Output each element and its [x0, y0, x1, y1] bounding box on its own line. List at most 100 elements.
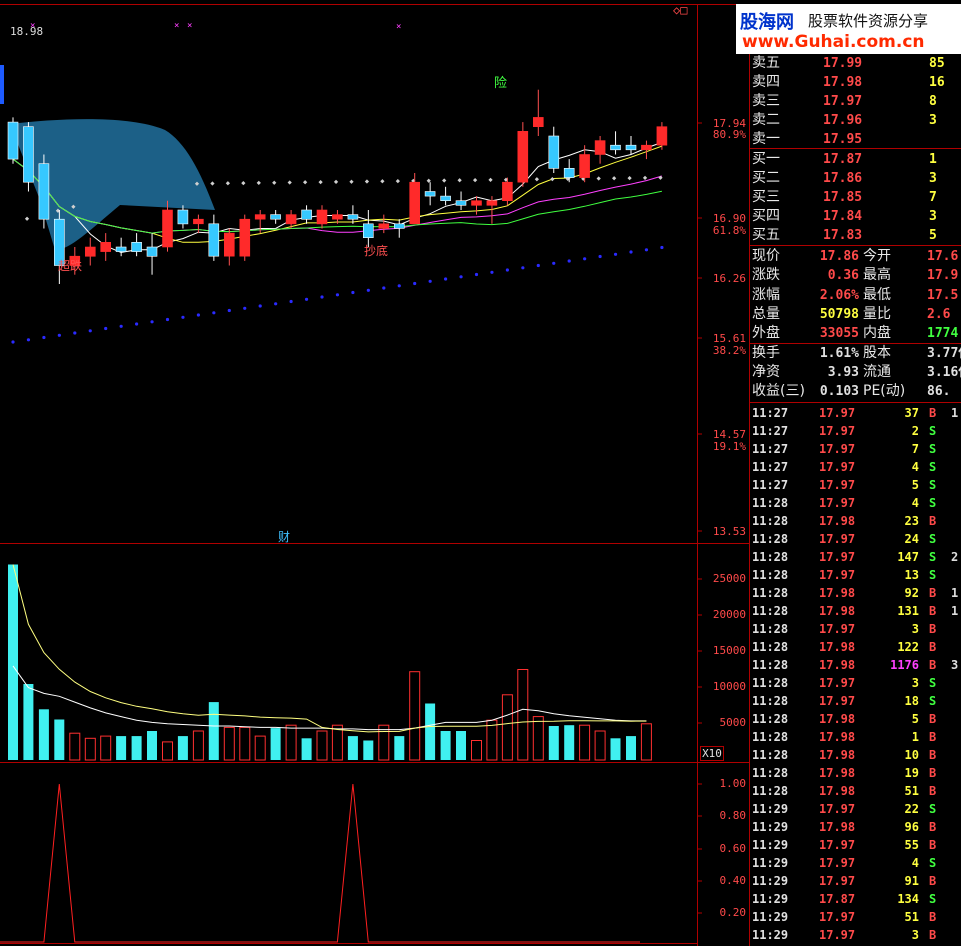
tick-row[interactable]: 11:29 17.97 91 B	[749, 872, 961, 890]
stat-label: 流通	[863, 363, 891, 380]
stat-value: 0.36	[827, 268, 859, 284]
tick-row[interactable]: 11:27 17.97 2 S	[749, 422, 961, 440]
support-dot	[73, 331, 77, 335]
tick-row[interactable]: 11:29 17.97 3 B	[749, 926, 961, 944]
tick-row[interactable]: 11:29 17.97 22 S	[749, 800, 961, 818]
tick-row[interactable]: 11:28 17.98 131 B 1	[749, 602, 961, 620]
tick-volume: 92	[904, 586, 919, 600]
bid-row[interactable]: 买五 17.83 5	[749, 226, 961, 245]
finance-event-marker[interactable]: 财	[278, 528, 290, 545]
tick-row[interactable]: 11:28 17.98 19 B	[749, 764, 961, 782]
tick-side: B	[929, 766, 937, 780]
tick-volume: 4	[911, 496, 919, 510]
candle-body	[7, 121, 19, 160]
candle-body	[193, 218, 204, 225]
support-dot	[382, 286, 386, 290]
candle-body	[115, 246, 127, 252]
candle-body	[471, 200, 482, 206]
tick-row[interactable]: 11:28 17.97 13 S	[749, 566, 961, 584]
ask-row[interactable]: 卖二 17.96 3	[749, 111, 961, 130]
stat-label: 收益(三)	[752, 383, 805, 400]
support-dot	[274, 302, 278, 306]
tick-row[interactable]: 11:28 17.98 10 B	[749, 746, 961, 764]
tick-side: B	[929, 604, 937, 618]
ask-row[interactable]: 卖三 17.97 8	[749, 92, 961, 111]
volume-bar	[564, 725, 575, 760]
support-dot	[583, 257, 587, 261]
candle-body	[208, 223, 220, 257]
tick-price: 17.97	[819, 460, 856, 474]
stat-label: PE(动)	[863, 383, 906, 400]
tick-row[interactable]: 11:28 17.97 147 S 2	[749, 548, 961, 566]
tick-row[interactable]: 11:29 17.98 96 B	[749, 818, 961, 836]
resistance-dot	[642, 175, 648, 181]
tick-row[interactable]: 11:28 17.98 1176 B 3	[749, 656, 961, 674]
tick-time: 11:29	[752, 892, 789, 906]
support-dot	[26, 338, 31, 342]
tick-row[interactable]: 11:28 17.97 3 B	[749, 620, 961, 638]
tick-price: 17.97	[819, 532, 856, 546]
tick-row[interactable]: 11:29 17.87 134 S	[749, 890, 961, 908]
tick-time: 11:27	[752, 424, 789, 438]
tick-row[interactable]: 11:28 17.98 23 B	[749, 512, 961, 530]
tick-row[interactable]: 11:28 17.98 51 B	[749, 782, 961, 800]
tick-price: 17.98	[819, 766, 856, 780]
volume-unit-badge: X10	[700, 746, 724, 761]
volume-bar	[394, 736, 405, 760]
candle-body	[641, 144, 652, 151]
tick-row[interactable]: 11:28 17.97 18 S	[749, 692, 961, 710]
ask-row[interactable]: 卖五 17.99 85	[749, 54, 961, 73]
support-dot	[320, 295, 324, 299]
tick-row[interactable]: 11:28 17.98 1 B	[749, 728, 961, 746]
tick-row[interactable]: 11:27 17.97 4 S	[749, 458, 961, 476]
tick-row[interactable]: 11:28 17.98 5 B	[749, 710, 961, 728]
tick-price: 17.97	[819, 424, 856, 438]
tick-count: 1	[951, 586, 959, 600]
bid-row[interactable]: 买三 17.85 7	[749, 188, 961, 207]
tick-row[interactable]: 11:27 17.97 7 S	[749, 440, 961, 458]
tick-row[interactable]: 11:28 17.97 24 S	[749, 530, 961, 548]
volume-bar	[409, 671, 421, 761]
tick-side: B	[929, 406, 937, 420]
tick-row[interactable]: 11:27 17.97 37 B 1	[749, 404, 961, 422]
tick-row[interactable]: 11:29 17.97 55 B	[749, 836, 961, 854]
volume-bar	[471, 740, 482, 761]
tick-row[interactable]: 11:29 17.97 4 S	[749, 854, 961, 872]
volume-bars	[8, 564, 652, 761]
stat-value: 1.61%	[819, 345, 859, 361]
bid-row[interactable]: 买四 17.84 3	[749, 207, 961, 226]
tick-list[interactable]: 11:27 17.97 37 B 1 11:27 17.97 2 S 11:27 17.97 7 S 11…	[749, 404, 961, 946]
candle-body	[224, 232, 235, 257]
tick-volume: 10	[904, 748, 919, 762]
bid-row[interactable]: 买一 17.87 1	[749, 150, 961, 169]
candle-body	[548, 135, 560, 169]
tick-row[interactable]: 11:28 17.98 92 B 1	[749, 584, 961, 602]
indicator-tick: 0.80	[719, 809, 747, 822]
ask-row[interactable]: 卖四 17.98 16	[749, 73, 961, 92]
tick-row[interactable]: 11:28 17.97 3 S	[749, 674, 961, 692]
window-control-icons[interactable]: ◇□	[673, 3, 687, 17]
volume-bar	[640, 723, 652, 761]
volume-ma-line	[12, 564, 647, 733]
tick-time: 11:27	[752, 442, 789, 456]
ask-row[interactable]: 卖一 17.95	[749, 130, 961, 149]
tick-price: 17.87	[819, 892, 856, 906]
ask-label: 卖三	[752, 93, 780, 109]
support-dot	[397, 284, 401, 288]
tick-row[interactable]: 11:28 17.97 4 S	[749, 494, 961, 512]
tick-side: S	[929, 676, 937, 690]
candle-body	[610, 144, 621, 151]
tick-side: B	[929, 730, 937, 744]
bid-volume: 3	[929, 209, 937, 224]
tick-row[interactable]: 11:27 17.97 5 S	[749, 476, 961, 494]
tick-row[interactable]: 11:28 17.98 122 B	[749, 638, 961, 656]
tick-volume: 7	[911, 442, 919, 456]
tick-row[interactable]: 11:29 17.97 51 B	[749, 908, 961, 926]
tick-price: 17.98	[819, 604, 856, 618]
candle-body	[100, 242, 111, 252]
bid-row[interactable]: 买二 17.86 3	[749, 169, 961, 188]
volume-bar	[610, 738, 621, 760]
stat-row: 换手 1.61%股本 3.77亿	[749, 344, 961, 363]
volume-bar	[548, 726, 559, 760]
bid-label: 买四	[752, 208, 780, 224]
